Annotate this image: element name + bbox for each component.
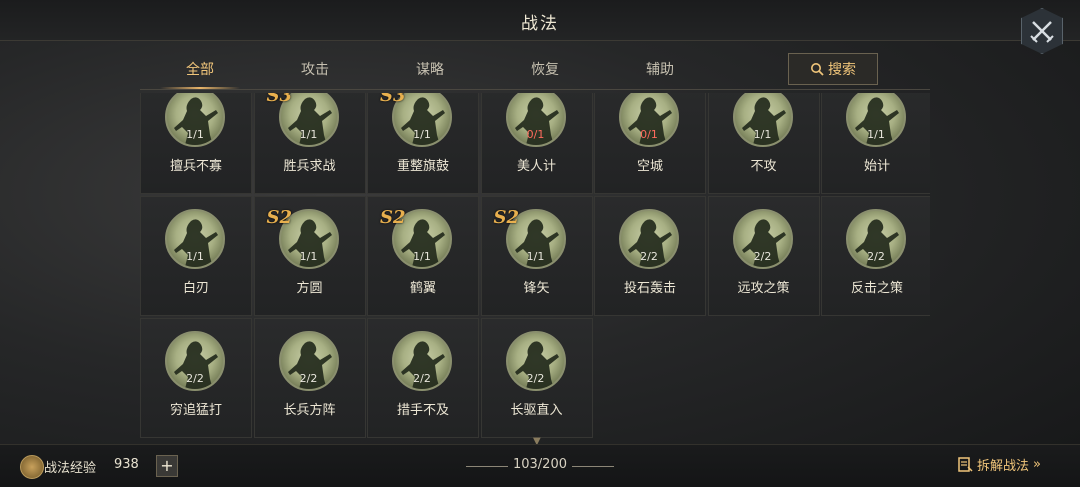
tactic-grade: S2	[493, 207, 520, 228]
bottom-bar: 战法经验 938 + 103/200 拆解战法 »	[0, 444, 1080, 487]
tactic-grade: S3	[266, 93, 293, 106]
tactic-exp-icon	[20, 455, 44, 479]
tactic-count: 0/1	[640, 128, 658, 141]
tactic-count: 1/1	[186, 250, 204, 263]
tactic-name: 锋矢	[523, 281, 550, 296]
tactic-portrait: 1/1	[165, 93, 225, 147]
tactic-name: 始计	[863, 159, 890, 174]
tactic-count: 1/1	[413, 128, 431, 141]
tactic-count: 1/1	[753, 128, 772, 141]
tab-attack[interactable]: 攻击	[270, 52, 360, 88]
tactic-count: 0/1	[526, 128, 545, 141]
tab-all[interactable]: 全部	[155, 52, 245, 90]
tactic-name: 重整旗鼓	[396, 159, 449, 174]
tab-divider	[140, 89, 930, 90]
tactic-portrait: 2/2	[392, 331, 452, 391]
tactic-name: 擅兵不寡	[169, 159, 222, 174]
tactic-card[interactable]: 2/2 长驱直入	[480, 318, 593, 438]
tactic-count: 2/2	[640, 250, 658, 263]
tactic-card[interactable]: 2/2 远攻之策	[707, 196, 820, 316]
tactic-portrait: 1/1	[732, 93, 793, 147]
tactic-name: 投石轰击	[623, 281, 676, 296]
tactic-name: 鹤翼	[409, 281, 436, 296]
tactic-name: 穷追猛打	[169, 403, 222, 418]
decompose-tactics-button[interactable]: 拆解战法 »	[957, 455, 1041, 474]
tactic-card[interactable]: 1/1 S2 鹤翼	[367, 196, 479, 316]
search-icon	[811, 63, 824, 76]
tactic-name: 反击之策	[850, 281, 903, 296]
tactic-name: 白刃	[182, 281, 209, 296]
tactic-card[interactable]: 2/2 措手不及	[367, 318, 479, 438]
tactic-name: 措手不及	[396, 403, 449, 418]
tactic-card[interactable]: 1/1 S3 胜兵求战	[253, 93, 366, 194]
tab-support[interactable]: 辅助	[615, 52, 705, 88]
document-icon	[958, 456, 973, 472]
tactic-card[interactable]: 2/2 穷追猛打	[140, 318, 252, 438]
tactic-count: 2/2	[413, 372, 431, 385]
tactic-count: 1/1	[867, 128, 885, 141]
search-button[interactable]: 搜索	[788, 53, 878, 85]
tactic-card[interactable]: 0/1 美人计	[480, 93, 593, 194]
tactic-count: 2/2	[526, 372, 545, 385]
tactic-name: 美人计	[516, 159, 556, 174]
pager-line-right	[572, 466, 614, 467]
tactic-name: 方圆	[296, 281, 323, 296]
tab-recovery[interactable]: 恢复	[500, 52, 590, 88]
tactic-count: 1/1	[186, 128, 204, 141]
tactic-count: 1/1	[413, 250, 431, 263]
search-label: 搜索	[828, 62, 856, 78]
tactic-card[interactable]: 2/2 长兵方阵	[253, 318, 366, 438]
tactic-exp-value: 938	[114, 457, 139, 472]
tactic-portrait: 0/1	[619, 93, 679, 147]
tactic-portrait: 1/1	[165, 209, 225, 269]
tactic-name: 远攻之策	[737, 281, 790, 296]
tactic-portrait: 2/2	[165, 331, 225, 391]
tactic-name: 空城	[636, 159, 663, 174]
double-chevron-right-icon: »	[1033, 457, 1041, 472]
tactic-portrait: 0/1	[505, 93, 566, 147]
tactic-count: 2/2	[753, 250, 772, 263]
top-bar: 战法	[0, 0, 1080, 41]
tactic-card[interactable]: 1/1 擅兵不寡	[140, 93, 252, 194]
tactic-card[interactable]: 1/1 白刃	[140, 196, 252, 316]
tactic-count: 2/2	[186, 372, 204, 385]
crossed-swords-icon	[1030, 21, 1054, 43]
tactic-card[interactable]: 1/1 S2 方圆	[253, 196, 366, 316]
tactic-card[interactable]: 1/1 S2 锋矢	[480, 196, 593, 316]
tactic-card[interactable]: 1/1 不攻	[707, 93, 820, 194]
tactic-portrait: 2/2	[278, 331, 339, 391]
tactic-card[interactable]: 0/1 空城	[594, 93, 706, 194]
tactic-portrait: 1/1	[846, 93, 906, 147]
tactic-name: 不攻	[750, 159, 777, 174]
tactic-name: 长兵方阵	[283, 403, 336, 418]
tactic-name: 胜兵求战	[283, 159, 336, 174]
page-title: 战法	[521, 14, 559, 34]
tactic-card[interactable]: 2/2 反击之策	[821, 196, 930, 316]
tactic-grade: S2	[380, 207, 406, 228]
tactic-count: 2/2	[299, 372, 318, 385]
tactic-count: 1/1	[299, 128, 318, 141]
add-exp-button[interactable]: +	[156, 455, 178, 477]
tactic-count: 1/1	[526, 250, 545, 263]
tactic-portrait: 2/2	[505, 331, 566, 391]
tactic-exp-label: 战法经验	[44, 461, 97, 476]
page-counter: 103/200	[512, 457, 567, 472]
tactic-count: 2/2	[867, 250, 885, 263]
tactic-count: 1/1	[299, 250, 318, 263]
tactic-name: 长驱直入	[510, 403, 563, 418]
tactic-portrait: 2/2	[619, 209, 679, 269]
tactic-grade: S2	[266, 207, 293, 228]
tactic-card[interactable]: 2/2 投石轰击	[594, 196, 706, 316]
decompose-label: 拆解战法	[977, 459, 1030, 474]
tactic-card[interactable]: 1/1 S3 重整旗鼓	[367, 93, 479, 194]
tactic-card[interactable]: 1/1 始计	[821, 93, 930, 194]
tactic-portrait: 2/2	[732, 209, 793, 269]
tactics-grid: 1/1 擅兵不寡 1/1 S3 胜兵求战 1/1 S3 重整旗鼓 0/1 美人计 0/1 空城 1/1 不…	[140, 93, 930, 438]
tactic-grade: S3	[380, 93, 406, 106]
tactic-portrait: 2/2	[846, 209, 906, 269]
tab-strategy[interactable]: 谋略	[385, 52, 475, 88]
